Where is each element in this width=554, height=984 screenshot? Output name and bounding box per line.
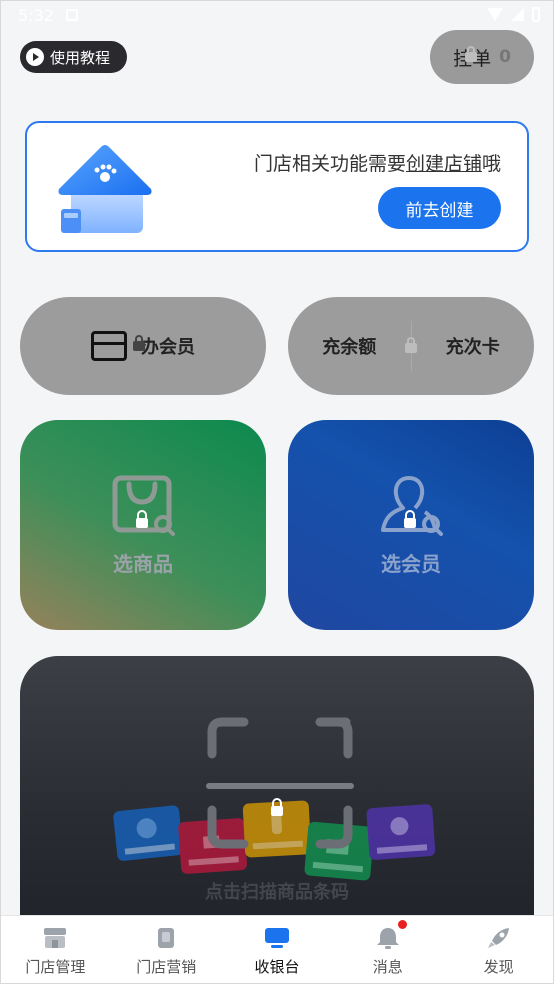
nav-label: 门店管理 <box>25 958 86 976</box>
nav-store-management[interactable]: 门店管理 <box>0 916 111 984</box>
lock-icon <box>465 46 478 62</box>
wifi-icon <box>487 8 503 21</box>
member-card-icon <box>91 331 127 361</box>
create-store-card: 门店相关功能需要创建店铺哦 前去创建 <box>25 121 529 252</box>
store-text-suffix: 哦 <box>481 153 501 175</box>
user-search-icon <box>381 475 443 536</box>
select-goods-label: 选商品 <box>113 551 173 576</box>
recharge-balance-button[interactable]: 充余额 <box>288 333 411 359</box>
rocket-icon <box>487 928 509 948</box>
battery-icon <box>532 7 540 22</box>
open-member-label: 办会员 <box>141 337 195 358</box>
lock-icon <box>404 337 417 353</box>
bell-icon <box>376 928 399 949</box>
hang-order-button[interactable]: 挂单 0 <box>430 30 534 84</box>
divider <box>404 321 417 371</box>
recharge-pill: 充余额 充次卡 <box>288 297 534 395</box>
nav-store-marketing[interactable]: 门店营销 <box>111 916 222 984</box>
cashier-icon <box>264 928 289 948</box>
nav-messages[interactable]: 消息 <box>332 916 443 984</box>
nav-label: 消息 <box>372 958 403 976</box>
play-icon <box>26 48 44 66</box>
open-member-button[interactable]: 办会员 <box>20 297 266 395</box>
nav-label: 门店营销 <box>136 958 197 976</box>
signal-icon <box>511 8 524 21</box>
select-goods-tile[interactable]: 选商品 <box>20 420 266 630</box>
shopping-bag-icon <box>112 475 175 536</box>
nav-cashier[interactable]: 收银台 <box>222 916 333 984</box>
select-member-label: 选会员 <box>381 551 441 576</box>
nav-label: 收银台 <box>254 958 300 976</box>
nav-discover[interactable]: 发现 <box>443 916 554 984</box>
bottom-nav: 门店管理 门店营销 收银台 消息 发现 <box>0 915 554 984</box>
message-badge <box>398 920 407 929</box>
tutorial-button[interactable]: 使用教程 <box>20 41 127 73</box>
nav-label: 发现 <box>483 958 514 976</box>
create-store-link[interactable]: 创建店铺 <box>406 153 482 175</box>
notification-icon <box>66 9 78 21</box>
scan-barcode-label: 点击扫描商品条码 <box>205 882 349 903</box>
lock-icon <box>133 335 145 351</box>
status-time: 5:32 <box>18 6 54 25</box>
hang-order-count: 0 <box>499 47 511 67</box>
status-icons <box>487 7 540 22</box>
marketing-icon <box>158 928 175 948</box>
store-text-prefix: 门店相关功能需要 <box>253 153 406 175</box>
store-house-icon <box>58 145 152 233</box>
status-bar: 5:32 <box>0 0 554 30</box>
select-member-tile[interactable]: 选会员 <box>288 420 534 630</box>
go-create-button[interactable]: 前去创建 <box>378 187 501 229</box>
recharge-times-button[interactable]: 充次卡 <box>412 333 535 359</box>
tutorial-label: 使用教程 <box>50 48 111 67</box>
scan-barcode-panel[interactable]: 点击扫描商品条码 <box>20 656 534 956</box>
create-store-text: 门店相关功能需要创建店铺哦 <box>254 149 501 176</box>
store-icon <box>44 928 67 948</box>
